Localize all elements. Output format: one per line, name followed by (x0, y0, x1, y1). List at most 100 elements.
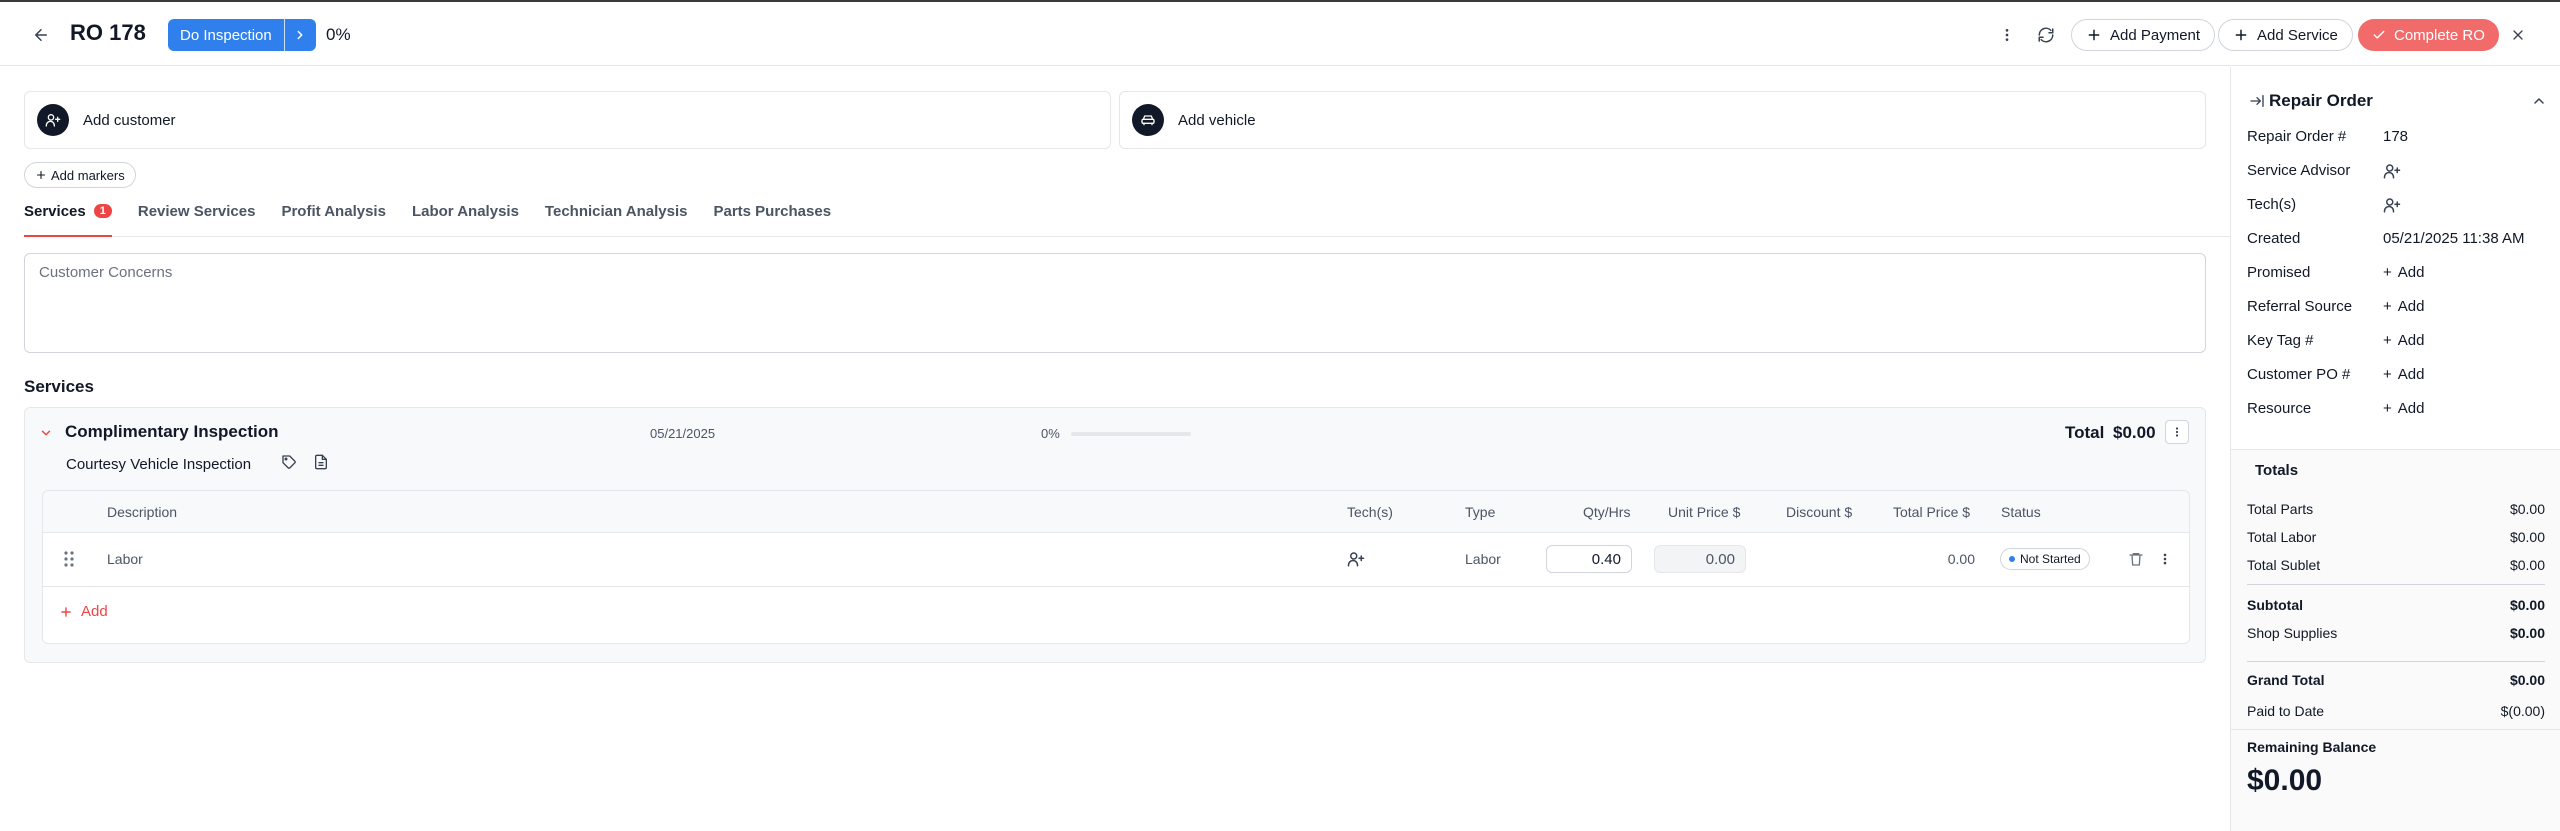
field-value: Add (2397, 264, 2425, 281)
more-vertical-icon[interactable] (1993, 21, 2021, 49)
add-promised-button[interactable]: + Add (2383, 264, 2424, 281)
shop-supplies-row: Shop Supplies $0.00 (2247, 623, 2545, 645)
field-repair-order-number: Repair Order # 178 (2247, 125, 2547, 149)
tag-icon[interactable] (281, 454, 297, 470)
total-parts-row: Total Parts $0.00 (2247, 499, 2545, 521)
add-payment-label: Add Payment (2110, 26, 2201, 44)
total-value: $0.00 (2509, 625, 2545, 641)
table-row: Labor Labor 0.40 0.00 0.00 Not Started (43, 533, 2189, 587)
total-label: Grand Total (2247, 672, 2325, 688)
add-service-button[interactable]: Add Service (2218, 19, 2353, 51)
customer-concerns-placeholder: Customer Concerns (39, 264, 173, 281)
total-value: $0.00 (2509, 529, 2545, 545)
user-plus-icon[interactable] (2383, 162, 2401, 180)
tab-technician-analysis[interactable]: Technician Analysis (545, 203, 688, 237)
column-header-type: Type (1465, 504, 1496, 520)
chevron-down-icon[interactable] (39, 426, 53, 440)
total-label: Shop Supplies (2247, 625, 2338, 641)
collapse-right-icon[interactable] (2249, 93, 2265, 109)
car-icon (1132, 104, 1164, 136)
add-key-tag-button[interactable]: + Add (2383, 332, 2424, 349)
totals-divider (2247, 584, 2545, 585)
total-label: Total Labor (2247, 529, 2317, 545)
tab-review-services[interactable]: Review Services (138, 203, 256, 237)
tab-label: Review Services (137, 203, 256, 220)
user-plus-icon[interactable] (1347, 550, 1365, 568)
user-plus-icon[interactable] (2383, 196, 2401, 214)
table-header: Description Tech(s) Type Qty/Hrs Unit Pr… (43, 491, 2189, 533)
field-key-tag: Key Tag # + Add (2247, 329, 2547, 353)
line-description[interactable]: Labor (107, 551, 143, 567)
field-label: Referral Source (2247, 298, 2353, 315)
column-header-description: Description (107, 504, 178, 520)
service-line-table: Description Tech(s) Type Qty/Hrs Unit Pr… (42, 490, 2190, 644)
field-label: Key Tag # (2247, 332, 2314, 349)
chevron-up-icon[interactable] (2531, 93, 2547, 109)
status-badge[interactable]: Not Started (2000, 548, 2090, 570)
add-vehicle-card[interactable]: Add vehicle (1119, 91, 2206, 149)
inspection-progress-text: 0% (326, 25, 351, 44)
column-header-total-price: Total Price $ (1893, 504, 1971, 520)
unit-price-input[interactable]: 0.00 (1654, 545, 1746, 573)
repair-order-details: Repair Order Repair Order # 178 Service … (2231, 67, 2560, 450)
trash-icon[interactable] (2128, 550, 2144, 568)
services-count-badge: 1 (93, 204, 112, 218)
customer-concerns-textarea[interactable]: Customer Concerns (24, 253, 2206, 353)
add-line-button[interactable]: Add (59, 603, 108, 620)
total-label: Total Parts (2247, 501, 2314, 517)
tab-profit-analysis[interactable]: Profit Analysis (281, 203, 385, 237)
back-arrow-icon[interactable] (28, 22, 54, 48)
field-label: Resource (2247, 400, 2312, 417)
row-more-vertical-icon[interactable] (2158, 551, 2172, 567)
field-referral-source: Referral Source + Add (2247, 295, 2547, 319)
add-customer-card[interactable]: Add customer (24, 91, 1111, 149)
service-card: Complimentary Inspection 05/21/2025 0% T… (24, 407, 2206, 663)
paid-to-date-row: Paid to Date $(0.00) (2247, 701, 2545, 723)
column-header-discount: Discount $ (1786, 504, 1853, 520)
add-markers-button[interactable]: Add markers (24, 162, 136, 188)
plus-icon (2233, 27, 2249, 43)
workflow-stage-control: Do Inspection (168, 19, 316, 51)
field-created: Created 05/21/2025 11:38 AM (2247, 227, 2547, 251)
column-header-status: Status (2001, 504, 2041, 520)
total-value: $0.00 (2509, 501, 2545, 517)
tab-bar: Services 1 Review Services Profit Analys… (24, 203, 2230, 237)
tab-label: Profit Analysis (281, 203, 386, 220)
service-progress-text: 0% (1041, 426, 1060, 441)
tab-label: Technician Analysis (544, 203, 688, 220)
chevron-right-icon[interactable] (283, 19, 316, 51)
plus-icon: + (2383, 366, 2392, 383)
service-more-vertical-icon[interactable] (2165, 420, 2189, 444)
top-bar: RO 178 Do Inspection 0% Add Payment Add … (0, 0, 2560, 66)
sidebar-title: Repair Order (2269, 91, 2373, 110)
field-value: Add (2397, 332, 2425, 349)
total-sublet-row: Total Sublet $0.00 (2247, 555, 2545, 577)
tab-services[interactable]: Services 1 (24, 203, 112, 237)
document-icon[interactable] (313, 454, 329, 470)
page-title: RO 178 (70, 20, 146, 45)
total-value: $0.00 (2509, 672, 2545, 688)
main-content: Add customer Add vehicle Add markers Ser… (0, 67, 2230, 831)
close-icon[interactable] (2504, 21, 2532, 49)
add-resource-button[interactable]: + Add (2383, 400, 2424, 417)
plus-icon (2086, 27, 2102, 43)
add-referral-source-button[interactable]: + Add (2383, 298, 2424, 315)
add-customer-po-button[interactable]: + Add (2383, 366, 2424, 383)
complete-ro-button[interactable]: Complete RO (2358, 19, 2499, 51)
drag-handle-icon[interactable] (63, 550, 75, 568)
subtotal-row: Subtotal $0.00 (2247, 595, 2545, 617)
field-techs: Tech(s) (2247, 193, 2547, 217)
workflow-stage-button[interactable]: Do Inspection (168, 19, 284, 51)
column-header-techs: Tech(s) (1347, 504, 1393, 520)
service-date: 05/21/2025 (650, 426, 716, 441)
tab-parts-purchases[interactable]: Parts Purchases (713, 203, 831, 237)
field-value: Add (2397, 400, 2425, 417)
refresh-icon[interactable] (2032, 21, 2060, 49)
field-label: Customer PO # (2247, 366, 2351, 383)
column-header-qty: Qty/Hrs (1583, 504, 1631, 520)
tab-labor-analysis[interactable]: Labor Analysis (412, 203, 519, 237)
add-payment-button[interactable]: Add Payment (2071, 19, 2216, 51)
line-type[interactable]: Labor (1465, 551, 1501, 567)
qty-hrs-input[interactable]: 0.40 (1546, 545, 1632, 573)
total-label: Total Sublet (2247, 557, 2321, 573)
